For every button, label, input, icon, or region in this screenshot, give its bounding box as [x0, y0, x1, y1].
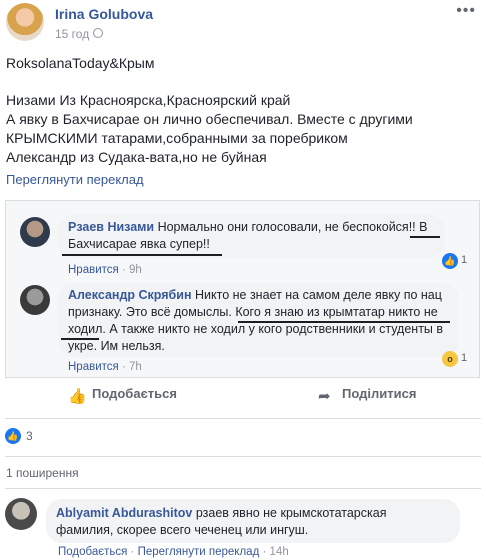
underline-mark: [238, 321, 450, 323]
post-text-line: Низами Из Красноярска,Красноярский край: [6, 92, 291, 108]
comment-text: Нормально они голосовали, не беспокойся!…: [157, 220, 416, 234]
comment-text: Бахчисарае явка супер!!: [68, 237, 210, 251]
post-text-line: А явку в Бахчисарае он лично обеспечивал…: [6, 111, 413, 127]
comment-time[interactable]: 9h: [129, 264, 142, 276]
like-reaction-icon: 👍: [442, 253, 458, 269]
comment-text: А также никто не ходил у кого родственни…: [109, 322, 444, 336]
post-text-line: Александр из Судака-вата,но не буйная: [6, 149, 267, 165]
commenter-name[interactable]: Ablyamit Abdurashitov: [56, 506, 192, 520]
underline-mark: [61, 338, 99, 340]
comment-text: рзаев явно не крымскотатарская: [195, 506, 387, 520]
post-text-line: КРЫМСКИМИ татарами,собранными за поребри…: [6, 130, 348, 146]
comment-text: ходил.: [68, 322, 106, 336]
commenter-avatar[interactable]: [5, 498, 37, 530]
reaction-count: 1: [461, 352, 468, 364]
like-count-icon: 👍: [5, 428, 21, 444]
reaction-count: 1: [461, 254, 468, 266]
comment-actions: Подобається · Переглянути переклад · 14h: [58, 546, 289, 558]
shares-count[interactable]: 1 поширення: [6, 466, 79, 480]
divider: [5, 456, 481, 457]
share-button[interactable]: Поділитися: [342, 386, 416, 401]
like-link[interactable]: Нравится: [68, 264, 119, 276]
comment-actions: Нравится · 7h: [68, 361, 142, 373]
facebook-post: Irina Golubova 15 год ••• RoksolanaToday…: [0, 0, 486, 560]
share-icon[interactable]: ➦: [318, 387, 331, 405]
divider: [5, 418, 481, 419]
embedded-screenshot: Рзаев Низами Нормально они голосовали, н…: [5, 200, 480, 378]
wow-reaction-icon: o: [442, 351, 458, 367]
comment-bubble: Рзаев Низами Нормально они голосовали, н…: [58, 215, 444, 257]
underline-mark: [62, 254, 222, 256]
post-time[interactable]: 15 год: [55, 27, 89, 41]
comment-time[interactable]: 7h: [129, 361, 142, 373]
globe-icon: [93, 28, 103, 38]
comment-text: признаку. Это всё домыслы.: [68, 305, 232, 319]
comment-text: В: [419, 220, 428, 234]
likes-count[interactable]: 3: [26, 429, 33, 443]
see-translation-link[interactable]: Переглянути переклад: [138, 546, 260, 558]
commenter-name: Рзаев Низами: [68, 220, 155, 234]
divider: [5, 488, 481, 489]
comment-text: фамилия, скорее всего чеченец или ингуш.: [56, 523, 309, 537]
comment-text: Кого я знаю из крымтатар никто не: [235, 305, 438, 319]
comment-bubble: Александр Скрябин Никто не знает на само…: [58, 283, 458, 357]
comment-text: укре. Им нельзя.: [68, 339, 165, 353]
commenter-avatar: [20, 285, 50, 315]
commenter-avatar: [20, 217, 50, 247]
like-button[interactable]: Подобається: [92, 386, 177, 401]
commenter-name: Александр Скрябин: [68, 288, 192, 302]
comment-text: Никто не знает на самом деле явку по нац: [194, 288, 442, 302]
see-translation-link[interactable]: Переглянути переклад: [6, 172, 144, 187]
like-link[interactable]: Нравится: [68, 361, 119, 373]
comment-bubble: Ablyamit Abdurashitov рзаев явно не крым…: [46, 499, 460, 543]
comment-actions: Нравится · 9h: [68, 264, 142, 276]
author-avatar[interactable]: [6, 3, 44, 41]
author-name[interactable]: Irina Golubova: [55, 6, 153, 22]
underline-mark: [410, 236, 440, 238]
thumbs-up-icon[interactable]: 👍: [68, 387, 87, 405]
like-link[interactable]: Подобається: [58, 546, 127, 558]
comment-time[interactable]: 14h: [270, 546, 289, 558]
more-options-icon[interactable]: •••: [456, 2, 476, 20]
post-text-line: RoksolanaToday&Крым: [6, 55, 155, 71]
